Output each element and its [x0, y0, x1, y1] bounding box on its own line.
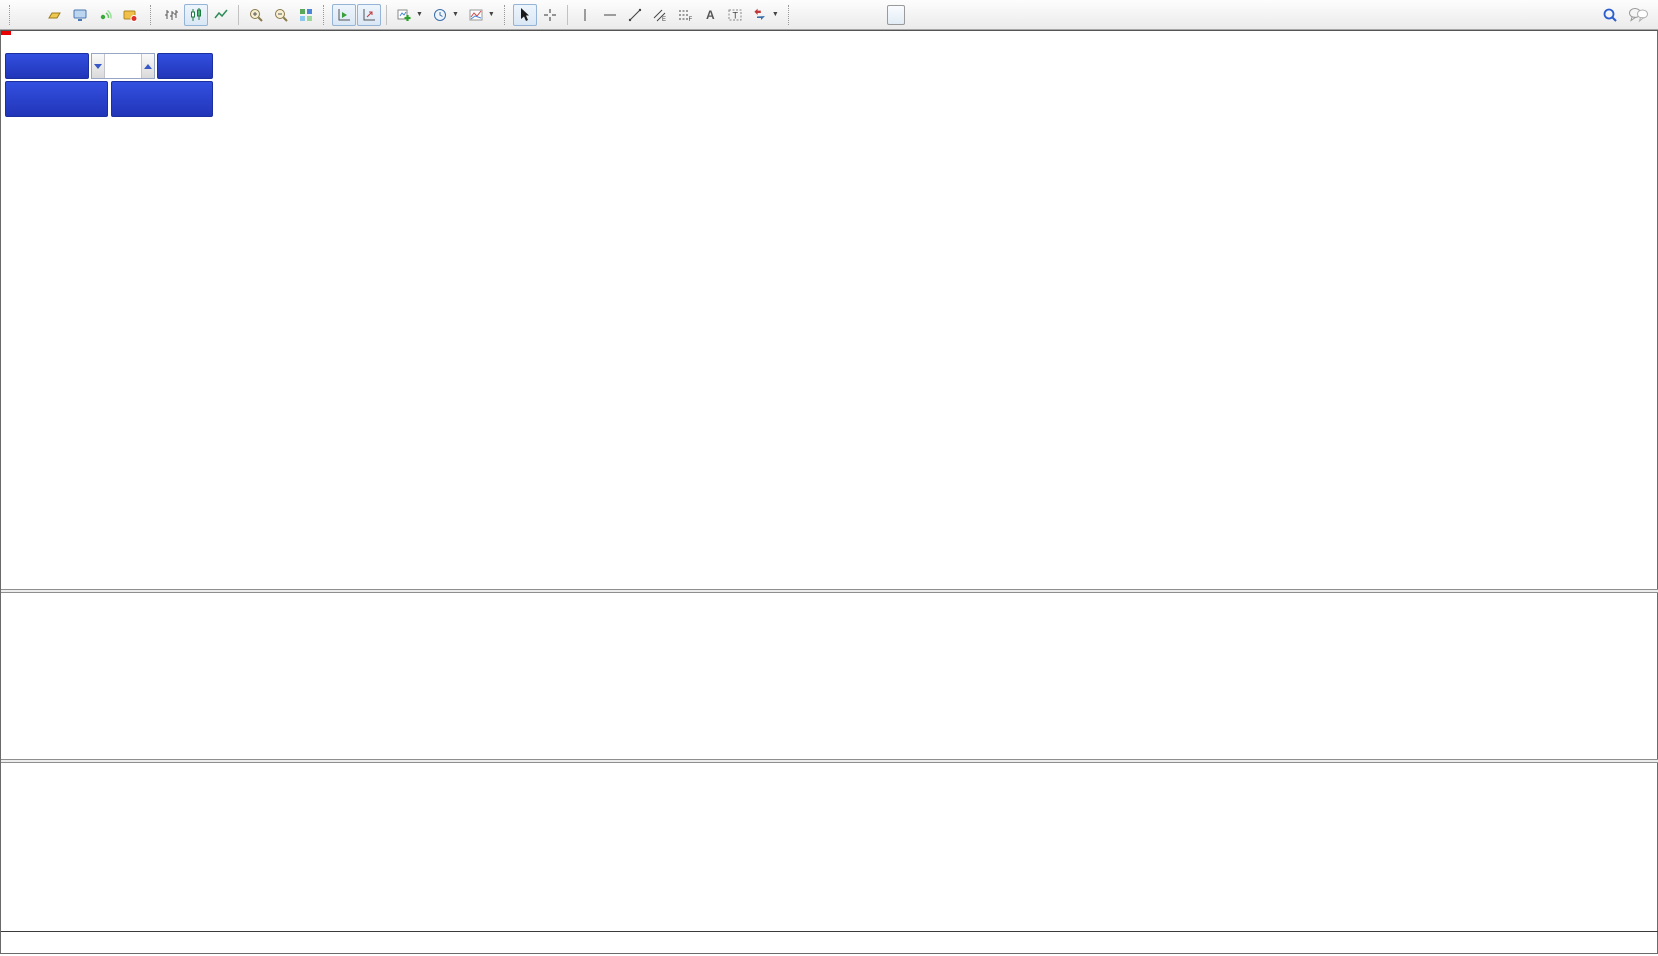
auto-scroll-icon [336, 7, 352, 23]
buy-price-button[interactable] [111, 81, 214, 117]
fibonacci-icon: F [677, 7, 693, 23]
chat-icon [1628, 6, 1649, 23]
timeframe-m5[interactable] [815, 5, 833, 25]
zoom-out-button[interactable] [269, 4, 293, 26]
chat-button[interactable] [1624, 4, 1653, 26]
timeframe-d1[interactable] [905, 5, 923, 25]
terminal-button[interactable] [68, 4, 92, 26]
volume-input[interactable] [105, 54, 141, 78]
horizontal-line-button[interactable] [598, 4, 622, 26]
toolbar-grip [788, 5, 792, 25]
svg-text:F: F [688, 17, 692, 23]
arrows-icon [752, 7, 768, 23]
timeframe-m30[interactable] [851, 5, 869, 25]
auto-trading-icon [122, 7, 138, 23]
timeframe-h4[interactable] [887, 5, 905, 25]
bar-chart-button[interactable] [159, 4, 183, 26]
text-label-icon: T [727, 7, 743, 23]
indicators-button[interactable]: ▼ [392, 4, 427, 26]
fibonacci-button[interactable]: F [673, 4, 697, 26]
timeframe-h1[interactable] [869, 5, 887, 25]
svg-text:A: A [706, 8, 715, 22]
gold-button[interactable] [43, 4, 67, 26]
crosshair-icon [542, 7, 558, 23]
main-toolbar: ▼ ▼ ▼ E F A T ▼ [0, 0, 1658, 30]
price-callout-label[interactable] [1, 31, 11, 35]
chart-shift-button[interactable] [357, 4, 381, 26]
text-icon: A [702, 7, 718, 23]
gold-icon [47, 7, 63, 23]
tile-windows-button[interactable] [294, 4, 318, 26]
search-icon [1601, 6, 1619, 24]
panel-splitter[interactable] [1, 589, 1658, 593]
signal-icon [97, 7, 113, 23]
buy-button[interactable] [157, 53, 213, 79]
indicators-icon [396, 7, 412, 23]
vertical-line-icon [577, 7, 593, 23]
templates-icon [468, 7, 484, 23]
bar-chart-icon [163, 7, 179, 23]
toolbar-separator [386, 5, 387, 25]
terminal-icon [72, 7, 88, 23]
equidistant-channel-button[interactable]: E [648, 4, 672, 26]
periods-icon [432, 7, 448, 23]
line-chart-icon [213, 7, 229, 23]
cursor-icon [517, 7, 533, 23]
cursor-button[interactable] [513, 4, 537, 26]
tile-windows-icon [298, 7, 314, 23]
timeframe-m15[interactable] [833, 5, 851, 25]
search-button[interactable] [1597, 4, 1623, 26]
dropdown-caret-icon: ▼ [488, 11, 495, 18]
auto-trading-button[interactable] [118, 4, 145, 26]
triangle-up-icon [144, 64, 152, 69]
panel-splitter[interactable] [1, 759, 1658, 763]
triangle-down-icon [94, 64, 102, 69]
chart-shift-icon [361, 7, 377, 23]
text-label-button[interactable]: T [723, 4, 747, 26]
one-click-trading-panel [5, 53, 213, 117]
timeframe-m1[interactable] [797, 5, 815, 25]
new-order-button[interactable] [18, 4, 42, 26]
trendline-icon [627, 7, 643, 23]
toolbar-grip [150, 5, 154, 25]
signal-button[interactable] [93, 4, 117, 26]
auto-scroll-button[interactable] [332, 4, 356, 26]
zoom-in-icon [248, 7, 264, 23]
sell-button[interactable] [5, 53, 89, 79]
templates-button[interactable]: ▼ [464, 4, 499, 26]
crosshair-button[interactable] [538, 4, 562, 26]
toolbar-separator [238, 5, 239, 25]
equidistant-channel-icon: E [652, 7, 668, 23]
line-chart-button[interactable] [209, 4, 233, 26]
svg-text:E: E [662, 17, 666, 23]
candlestick-button[interactable] [184, 4, 208, 26]
date-axis[interactable] [1, 931, 1658, 956]
horizontal-line-icon [602, 7, 618, 23]
dropdown-caret-icon: ▼ [452, 11, 459, 18]
svg-text:T: T [732, 10, 738, 20]
periods-button[interactable]: ▼ [428, 4, 463, 26]
volume-stepper [91, 53, 155, 79]
dropdown-caret-icon: ▼ [416, 11, 423, 18]
candlestick-icon [188, 7, 204, 23]
trendline-button[interactable] [623, 4, 647, 26]
vertical-line-button[interactable] [573, 4, 597, 26]
sell-price-button[interactable] [5, 81, 108, 117]
chart-window [0, 30, 1658, 954]
zoom-out-icon [273, 7, 289, 23]
arrows-button[interactable]: ▼ [748, 4, 783, 26]
volume-decrease-button[interactable] [92, 54, 105, 78]
toolbar-grip [504, 5, 508, 25]
toolbar-grip [9, 5, 13, 25]
text-button[interactable]: A [698, 4, 722, 26]
timeframe-mn[interactable] [941, 5, 959, 25]
zoom-in-button[interactable] [244, 4, 268, 26]
volume-increase-button[interactable] [141, 54, 154, 78]
timeframe-bar [797, 5, 959, 25]
chart-canvas[interactable] [1, 31, 1658, 955]
dropdown-caret-icon: ▼ [772, 11, 779, 18]
timeframe-w1[interactable] [923, 5, 941, 25]
toolbar-separator [567, 5, 568, 25]
toolbar-grip [323, 5, 327, 25]
